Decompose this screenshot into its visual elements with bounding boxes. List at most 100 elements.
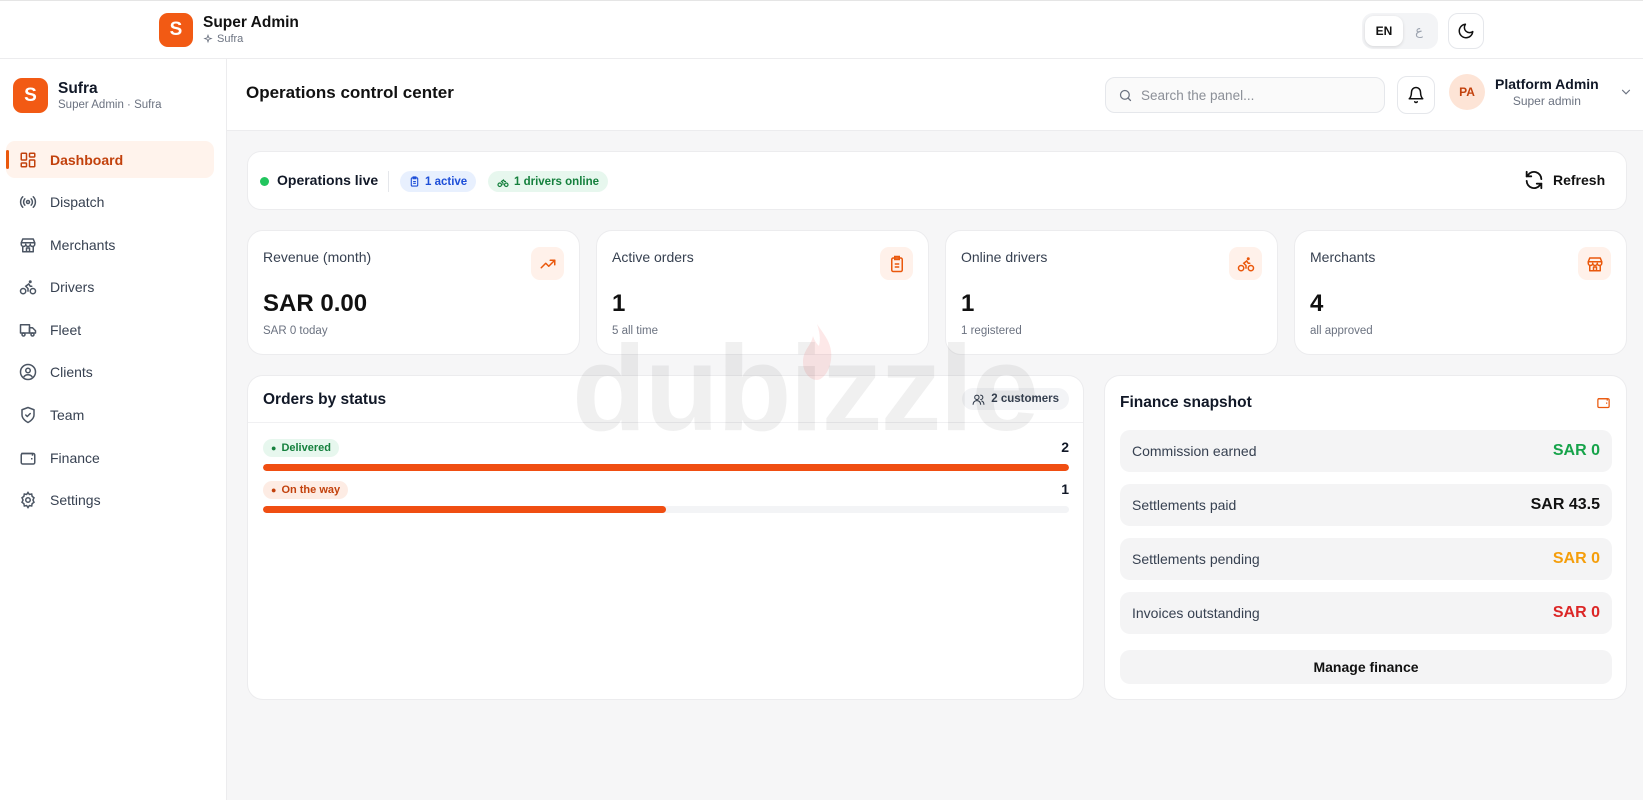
status-badge: ● Delivered xyxy=(263,439,339,457)
sidebar-item-label: Clients xyxy=(50,364,93,381)
finance-snapshot-card: Finance snapshot Commission earned SAR 0… xyxy=(1104,375,1627,700)
stat-sub: 5 all time xyxy=(612,325,659,337)
stat-label: Merchants xyxy=(1310,249,1376,265)
finance-row-invoices-outstanding: Invoices outstanding SAR 0 xyxy=(1120,592,1612,634)
user-circle-icon xyxy=(18,362,38,382)
active-orders-pill-label: 1 active xyxy=(425,175,468,188)
customers-pill-label: 2 customers xyxy=(991,393,1059,405)
trending-up-icon xyxy=(531,247,564,280)
bike-icon xyxy=(1229,247,1262,280)
page-header: Operations control center PA Platform Ad… xyxy=(227,59,1643,131)
chevron-down-icon xyxy=(1621,89,1630,95)
sidebar-item-drivers[interactable]: Drivers xyxy=(6,269,214,306)
status-row-delivered: ● Delivered 2 xyxy=(263,438,1069,471)
search-input[interactable] xyxy=(1141,87,1361,103)
bell-icon xyxy=(1408,86,1424,104)
sparkle-icon xyxy=(203,34,213,44)
stat-value: 4 xyxy=(1310,290,1324,317)
active-orders-pill: 1 active xyxy=(400,171,477,192)
wallet-icon xyxy=(1597,398,1610,409)
sidebar-item-fleet[interactable]: Fleet xyxy=(6,311,214,348)
finance-row-value: SAR 0 xyxy=(1552,604,1600,621)
live-label: Operations live xyxy=(277,172,379,188)
stat-sub: 1 registered xyxy=(961,325,1022,337)
sidebar-brand[interactable]: S Sufra Super Admin · Sufra xyxy=(13,78,162,113)
stat-label: Active orders xyxy=(612,249,694,265)
stat-card-online-drivers: Online drivers 1 1 registered xyxy=(945,230,1278,355)
user-menu[interactable]: PA Platform Admin Super admin xyxy=(1449,74,1633,110)
sidebar-item-label: Team xyxy=(50,407,85,424)
divider xyxy=(388,171,389,192)
language-switch[interactable]: EN ع xyxy=(1362,13,1438,49)
user-role: Super admin xyxy=(1512,93,1581,108)
stat-label: Online drivers xyxy=(961,249,1048,265)
notifications-button[interactable] xyxy=(1397,76,1435,114)
manage-finance-button[interactable]: Manage finance xyxy=(1120,650,1612,684)
status-bar-fill xyxy=(263,464,1069,471)
sidebar-logo: S xyxy=(13,78,48,113)
wallet-icon xyxy=(18,448,38,468)
sidebar-item-team[interactable]: Team xyxy=(6,397,214,434)
brand-title: Super Admin xyxy=(203,14,299,31)
sidebar-item-label: Dashboard xyxy=(50,151,124,168)
search-box[interactable] xyxy=(1105,77,1385,113)
stat-sub: SAR 0 today xyxy=(263,325,328,337)
status-count: 2 xyxy=(1061,439,1069,455)
drivers-online-pill: 1 drivers online xyxy=(488,171,609,192)
top-brand[interactable]: S Super Admin Sufra xyxy=(159,13,299,47)
stat-sub: all approved xyxy=(1310,325,1373,337)
refresh-icon xyxy=(1525,170,1543,190)
stat-label: Revenue (month) xyxy=(263,249,372,265)
live-indicator xyxy=(260,177,269,186)
refresh-label: Refresh xyxy=(1553,172,1606,188)
stat-value: 1 xyxy=(961,290,975,317)
stat-value: 1 xyxy=(612,290,626,317)
dashboard-icon xyxy=(18,150,38,170)
sidebar-item-label: Merchants xyxy=(50,236,116,253)
finance-row-settlements-paid: Settlements paid SAR 43.5 xyxy=(1120,484,1612,526)
stat-value: SAR 0.00 xyxy=(263,290,368,317)
stat-card-active-orders: Active orders 1 5 all time xyxy=(596,230,929,355)
sidebar: S Sufra Super Admin · Sufra Dashboard Di… xyxy=(0,59,227,800)
status-badge: ● On the way xyxy=(263,481,349,499)
bike-icon xyxy=(18,277,38,297)
drivers-online-pill-label: 1 drivers online xyxy=(514,175,600,188)
broadcast-icon xyxy=(18,192,38,212)
operations-status-bar: Operations live 1 active 1 drivers onlin… xyxy=(247,151,1627,210)
search-icon xyxy=(1119,89,1132,101)
status-bar-track xyxy=(263,506,1069,513)
sidebar-item-clients[interactable]: Clients xyxy=(6,354,214,391)
user-name: Platform Admin xyxy=(1495,75,1599,92)
avatar: PA xyxy=(1449,74,1485,110)
sidebar-item-label: Dispatch xyxy=(50,194,105,211)
sidebar-item-dispatch[interactable]: Dispatch xyxy=(6,184,214,221)
finance-row-value: SAR 43.5 xyxy=(1530,496,1600,513)
page-title: Operations control center xyxy=(246,83,454,102)
sidebar-item-label: Finance xyxy=(50,449,100,466)
sidebar-item-dashboard[interactable]: Dashboard xyxy=(6,141,214,178)
lang-ar-option[interactable]: ع xyxy=(1403,23,1435,39)
status-label: On the way xyxy=(281,484,341,496)
sidebar-item-settings[interactable]: Settings xyxy=(6,482,214,519)
finance-row-label: Invoices outstanding xyxy=(1132,605,1260,621)
brand-logo: S xyxy=(159,13,193,47)
clipboard-icon xyxy=(880,247,913,280)
sidebar-title: Sufra xyxy=(58,79,98,97)
finance-row-label: Settlements paid xyxy=(1132,497,1237,513)
brand-subtitle: Sufra xyxy=(217,33,244,45)
sidebar-item-label: Fleet xyxy=(50,321,82,338)
orders-by-status-card: Orders by status 2 customers ● Delivered … xyxy=(247,375,1084,700)
finance-row-value: SAR 0 xyxy=(1552,550,1600,567)
shield-icon xyxy=(18,405,38,425)
refresh-button[interactable]: Refresh xyxy=(1523,169,1605,191)
stat-card-merchants: Merchants 4 all approved xyxy=(1294,230,1627,355)
sidebar-nav: Dashboard Dispatch Merchants Drivers Fle… xyxy=(6,141,214,524)
sidebar-item-finance[interactable]: Finance xyxy=(6,439,214,476)
finance-row-label: Commission earned xyxy=(1132,443,1257,459)
sidebar-item-merchants[interactable]: Merchants xyxy=(6,226,214,263)
lang-en-option[interactable]: EN xyxy=(1365,16,1403,46)
theme-toggle-button[interactable] xyxy=(1448,13,1484,49)
finance-row-label: Settlements pending xyxy=(1132,551,1260,567)
status-row-on-the-way: ● On the way 1 xyxy=(263,480,1069,513)
bike-icon xyxy=(497,178,509,187)
